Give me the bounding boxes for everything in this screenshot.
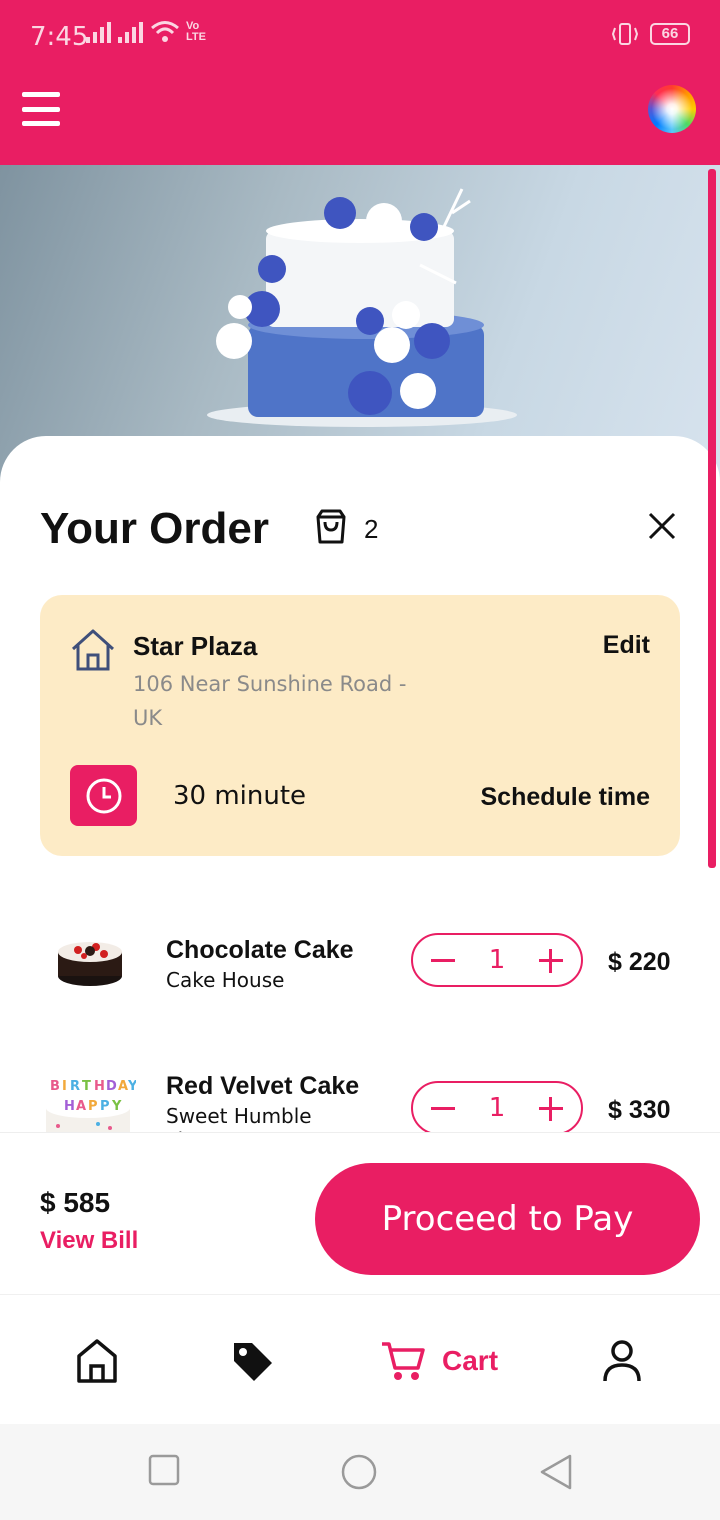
- svg-text:B: B: [50, 1079, 60, 1094]
- status-time: 7:45: [30, 22, 89, 52]
- svg-text:A: A: [118, 1079, 128, 1094]
- home-icon: [77, 1339, 117, 1383]
- nav-item-home[interactable]: [76, 1337, 118, 1385]
- schedule-time-button[interactable]: Schedule time: [481, 783, 651, 812]
- nav-item-offers[interactable]: [230, 1337, 274, 1385]
- svg-text:R: R: [70, 1079, 80, 1094]
- nav-item-profile[interactable]: [602, 1337, 642, 1385]
- back-icon[interactable]: [538, 1454, 574, 1490]
- delivery-time: 30 minute: [173, 781, 307, 811]
- address-line: 106 Near Sunshine Road - UK: [133, 672, 407, 730]
- edit-address-button[interactable]: Edit: [603, 631, 650, 660]
- delivery-address-card: Star Plaza 106 Near Sunshine Road - UK E…: [40, 595, 680, 856]
- item-shop: Cake House: [166, 968, 285, 992]
- app-bar: [0, 72, 720, 165]
- bottom-nav: Cart: [0, 1294, 720, 1424]
- recent-apps-icon[interactable]: [148, 1454, 180, 1486]
- status-icons: Vo LTE: [86, 20, 220, 44]
- close-icon[interactable]: [648, 512, 676, 540]
- svg-text:Y: Y: [111, 1099, 122, 1114]
- menu-icon[interactable]: [22, 92, 60, 126]
- system-navigation-bar: [0, 1424, 720, 1520]
- proceed-to-pay-button[interactable]: Proceed to Pay: [315, 1163, 700, 1275]
- wifi-icon: [151, 21, 179, 42]
- cart-icon: [382, 1342, 425, 1380]
- address-name: Star Plaza: [133, 631, 258, 661]
- scrollbar-sheet[interactable]: [708, 436, 716, 868]
- item-price: $ 330: [608, 1096, 671, 1124]
- svg-text:P: P: [100, 1099, 110, 1114]
- cart-count: 2: [364, 514, 379, 544]
- signal-icon: [86, 22, 111, 43]
- home-icon: [71, 629, 115, 671]
- item-price: $ 220: [608, 948, 671, 976]
- item-name: Red Velvet Cake: [166, 1072, 360, 1100]
- clock-badge: [70, 765, 137, 826]
- increase-quantity-button[interactable]: [533, 1091, 569, 1127]
- svg-text:Y: Y: [127, 1079, 136, 1094]
- nav-item-cart[interactable]: Cart: [380, 1337, 498, 1385]
- quantity-stepper: 1: [411, 1081, 583, 1132]
- svg-text:A: A: [76, 1099, 86, 1114]
- cart-item: BIRTHDAY HAPPY Red Velvet Cake Sweet Hum…: [0, 1056, 720, 1132]
- item-name: Chocolate Cake: [166, 936, 354, 964]
- user-icon: [603, 1340, 641, 1382]
- home-circle-icon[interactable]: [340, 1454, 378, 1490]
- color-wheel-icon[interactable]: [648, 85, 696, 133]
- item-shop: Sweet Humble Pie: [166, 1104, 312, 1132]
- checkout-bar: $ 585 View Bill Proceed to Pay: [0, 1132, 720, 1294]
- shopping-bag-icon: [316, 509, 346, 544]
- svg-text:I: I: [62, 1079, 67, 1094]
- svg-text:T: T: [82, 1079, 91, 1094]
- vibrate-icon: [611, 23, 639, 45]
- page-title: Your Order: [40, 504, 270, 553]
- status-bar: 7:45 Vo LTE 66: [0, 0, 720, 72]
- cart-item: Chocolate Cake Cake House 1 $ 220: [0, 906, 720, 1016]
- volte-label: Vo LTE: [186, 20, 206, 43]
- quantity-stepper: 1: [411, 933, 583, 987]
- view-bill-link[interactable]: View Bill: [40, 1227, 138, 1255]
- scrollbar[interactable]: [708, 169, 716, 485]
- clock-icon: [86, 778, 121, 813]
- svg-text:H: H: [64, 1099, 75, 1114]
- battery-indicator: 66: [650, 23, 690, 45]
- signal-icon-2: [118, 22, 143, 43]
- tag-icon: [234, 1343, 272, 1381]
- increase-quantity-button[interactable]: [533, 943, 569, 979]
- svg-text:H: H: [94, 1079, 105, 1094]
- order-total: $ 585: [40, 1187, 111, 1218]
- svg-text:D: D: [106, 1079, 117, 1094]
- status-icons-right: 66: [610, 22, 690, 46]
- nav-cart-label: Cart: [442, 1345, 499, 1376]
- order-sheet: Your Order 2 Star Plaza 106 Near Sunshin…: [0, 436, 720, 1132]
- svg-text:P: P: [88, 1099, 98, 1114]
- birthday-cake-image: BIRTHDAY HAPPY: [46, 1079, 136, 1132]
- chocolate-cake-image: [58, 942, 122, 986]
